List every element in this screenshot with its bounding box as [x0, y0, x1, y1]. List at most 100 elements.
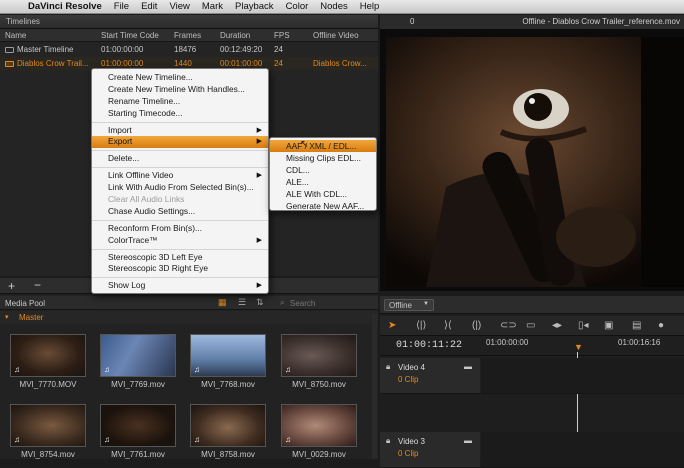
- col-name[interactable]: Name: [5, 31, 26, 40]
- menu-help[interactable]: Help: [354, 1, 386, 12]
- snap-icon[interactable]: ⊂⊃: [500, 320, 517, 331]
- export-submenu: AAF / XML / EDL... Missing Clips EDL... …: [269, 137, 377, 211]
- clip-thumbnail[interactable]: ♫ MVI_7761.mov: [100, 404, 176, 459]
- menu-stereo-left[interactable]: Stereoscopic 3D Left Eye: [92, 252, 268, 264]
- menu-nodes[interactable]: Nodes: [314, 1, 353, 12]
- add-icon[interactable]: +: [8, 279, 15, 293]
- menu-create-new-timeline[interactable]: Create New Timeline...: [92, 72, 268, 84]
- menu-file[interactable]: File: [108, 1, 135, 12]
- track-header-video3[interactable]: 🔒︎ Video 3 0 Clip ▬: [380, 432, 480, 468]
- insert-icon[interactable]: ▯◂: [578, 320, 589, 331]
- search-input[interactable]: Search: [290, 299, 315, 308]
- bin-expand-icon[interactable]: ▾: [5, 313, 9, 321]
- menu-view[interactable]: View: [163, 1, 195, 12]
- timeline-context-menu: Create New Timeline... Create New Timeli…: [91, 68, 269, 294]
- sort-icon[interactable]: ⇅: [256, 297, 264, 308]
- menu-colortrace[interactable]: ColorTrace™ ▶: [92, 235, 268, 247]
- menu-chase-audio[interactable]: Chase Audio Settings...: [92, 206, 268, 218]
- menu-playback[interactable]: Playback: [229, 1, 280, 12]
- submenu-missing-clips-edl[interactable]: Missing Clips EDL...: [270, 152, 376, 164]
- viewer-counter: 0: [410, 17, 415, 26]
- menu-link-offline-video[interactable]: Link Offline Video ▶: [92, 170, 268, 182]
- lock-icon[interactable]: 🔒︎: [386, 436, 390, 446]
- menu-color[interactable]: Color: [280, 1, 315, 12]
- zoom-icon[interactable]: ●: [658, 320, 664, 331]
- blade-tool-icon[interactable]: (|): [472, 320, 481, 331]
- menu-separator: [92, 167, 268, 169]
- timeline-dropdown[interactable]: Offline ▼: [384, 299, 434, 311]
- submenu-generate-aaf[interactable]: Generate New AAF...: [270, 200, 376, 212]
- bin-row[interactable]: ▾ Master: [0, 311, 378, 324]
- ruler-mid: 01:00:16:16: [618, 338, 661, 347]
- timeline-tools: ➤ ⟨|⟩ ⟩⟨ (|) ⊂⊃ ▭ ◂▸ ▯◂ ▣ ▤ ●: [380, 316, 684, 336]
- replace-icon[interactable]: ▤: [632, 320, 641, 331]
- menu-bar: DaVinci Resolve File Edit View Mark Play…: [0, 0, 684, 14]
- clip-name: MVI_8758.mov: [201, 450, 255, 459]
- video-track-icon[interactable]: ▬: [464, 436, 472, 445]
- submenu-cdl[interactable]: CDL...: [270, 164, 376, 176]
- col-offline[interactable]: Offline Video: [313, 31, 359, 40]
- select-tool-icon[interactable]: ➤: [388, 320, 396, 331]
- col-duration[interactable]: Duration: [220, 31, 250, 40]
- menu-stereo-right[interactable]: Stereoscopic 3D Right Eye: [92, 263, 268, 275]
- clip-thumbnail[interactable]: ♫ MVI_7768.mov: [190, 334, 266, 389]
- audio-note-icon: ♫: [14, 435, 20, 444]
- video-track-icon[interactable]: ▬: [464, 362, 472, 371]
- clip-thumbnail[interactable]: ♫ MVI_8758.mov: [190, 404, 266, 459]
- col-start-tc[interactable]: Start Time Code: [101, 31, 159, 40]
- clip-thumbnail[interactable]: ♫ MVI_8750.mov: [281, 334, 357, 389]
- col-frames[interactable]: Frames: [174, 31, 201, 40]
- menu-show-log[interactable]: Show Log ▶: [92, 280, 268, 292]
- lock-icon[interactable]: 🔒︎: [386, 362, 390, 372]
- submenu-arrow-icon: ▶: [256, 236, 262, 244]
- menu-edit[interactable]: Edit: [135, 1, 163, 12]
- clip-image: ♫: [190, 404, 266, 447]
- viewer-title: Offline - Diablos Crow Trailer_reference…: [522, 17, 680, 26]
- clip-image: ♫: [281, 404, 357, 447]
- menu-separator: [92, 219, 268, 221]
- menu-starting-timecode[interactable]: Starting Timecode...: [92, 108, 268, 120]
- track-header-video4[interactable]: 🔒︎ Video 4 0 Clip ▬: [380, 358, 480, 394]
- menu-import[interactable]: Import ▶: [92, 125, 268, 137]
- list-view-icon[interactable]: ☰: [238, 297, 246, 308]
- track-clip-count: 0 Clip: [398, 375, 419, 384]
- grid-view-icon[interactable]: ▦: [218, 297, 227, 308]
- menu-mark[interactable]: Mark: [196, 1, 229, 12]
- menu-delete[interactable]: Delete...: [92, 153, 268, 165]
- menu-reconform[interactable]: Reconform From Bin(s)...: [92, 223, 268, 235]
- menu-export[interactable]: Export ▶: [92, 136, 268, 149]
- media-pool-scrollbar[interactable]: [372, 314, 377, 459]
- timeline-offline: Diablos Crow...: [313, 59, 367, 68]
- media-pool-header: Media Pool ▦ ☰ ⇅ ⌕ Search: [0, 296, 378, 310]
- submenu-aaf-xml-edl[interactable]: AAF / XML / EDL...: [270, 140, 376, 152]
- clip-name: MVI_8754.mov: [21, 450, 75, 459]
- overwrite-icon[interactable]: ▣: [604, 320, 613, 331]
- timeline-dropdown-value: Offline: [389, 301, 412, 310]
- video-frame-image: [386, 37, 684, 287]
- track-lane[interactable]: [481, 358, 684, 394]
- clip-thumbnail[interactable]: ♫ MVI_7769.mov: [100, 334, 176, 389]
- menu-link-audio[interactable]: Link With Audio From Selected Bin(s)...: [92, 182, 268, 194]
- track-lane[interactable]: [481, 432, 684, 468]
- playhead-icon[interactable]: ▼: [574, 342, 583, 352]
- viewer[interactable]: [380, 29, 684, 291]
- clip-thumbnail[interactable]: ♫ MVI_8754.mov: [10, 404, 86, 459]
- nudge-icon[interactable]: ◂▸: [552, 320, 562, 331]
- submenu-ale-with-cdl[interactable]: ALE With CDL...: [270, 188, 376, 200]
- dynamic-trim-icon[interactable]: ⟩⟨: [444, 320, 452, 331]
- menu-create-timeline-handles[interactable]: Create New Timeline With Handles...: [92, 84, 268, 96]
- remove-icon[interactable]: −: [34, 278, 41, 292]
- trim-tool-icon[interactable]: ⟨|⟩: [416, 320, 426, 331]
- timeline-row[interactable]: Master Timeline 01:00:00:00 18476 00:12:…: [0, 43, 378, 56]
- menu-rename-timeline[interactable]: Rename Timeline...: [92, 96, 268, 108]
- timeline-name: Diablos Crow Trail...: [17, 59, 89, 68]
- col-fps[interactable]: FPS: [274, 31, 290, 40]
- submenu-ale[interactable]: ALE...: [270, 176, 376, 188]
- current-timecode[interactable]: 01:00:11:22: [396, 340, 462, 351]
- menu-app-name[interactable]: DaVinci Resolve: [22, 1, 108, 12]
- clip-thumbnail[interactable]: ♫ MVI_0029.mov: [281, 404, 357, 459]
- link-icon[interactable]: ▭: [526, 320, 535, 331]
- clip-thumbnail[interactable]: ♫ MVI_7770.MOV: [10, 334, 86, 389]
- menu-separator: [92, 121, 268, 123]
- menu-separator: [92, 248, 268, 250]
